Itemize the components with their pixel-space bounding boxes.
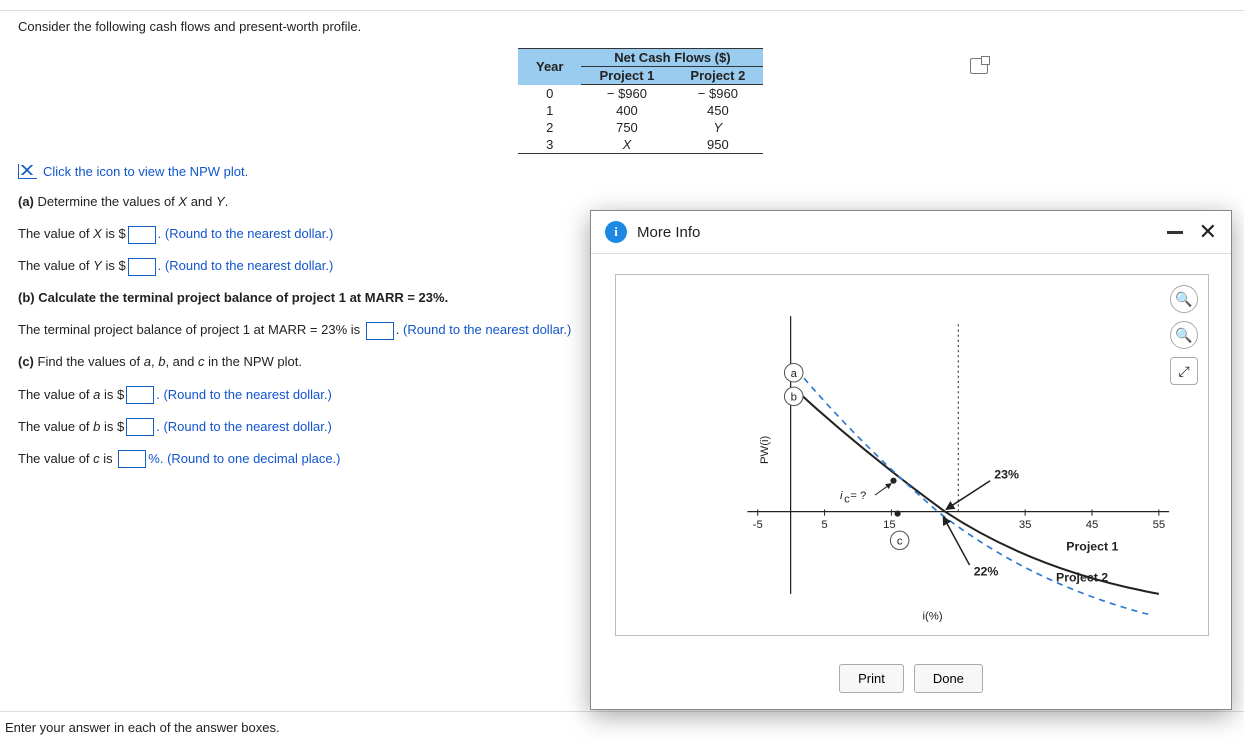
svg-text:= ?: = ? <box>850 490 866 502</box>
svg-text:-5: -5 <box>753 519 763 531</box>
expand-icon[interactable]: ⤢ <box>1170 357 1198 385</box>
cashflow-table: Year Net Cash Flows ($) Project 1 Projec… <box>518 48 763 154</box>
view-npw-label: Click the icon to view the NPW plot. <box>43 164 248 179</box>
svg-text:35: 35 <box>1019 519 1032 531</box>
svg-text:Project 1: Project 1 <box>1066 540 1118 554</box>
zoom-out-icon[interactable]: 🔍 <box>1170 321 1198 349</box>
svg-text:c: c <box>844 493 850 505</box>
col-year: Year <box>518 49 581 85</box>
more-info-modal: i More Info ✕ 🔍 🔍 ⤢ <box>590 210 1232 710</box>
table-row: 3 X 950 <box>518 136 763 154</box>
npw-svg: -5 5 15 35 45 55 <box>616 275 1208 635</box>
svg-text:15: 15 <box>883 519 896 531</box>
svg-text:a: a <box>791 368 798 380</box>
input-tpb[interactable] <box>366 322 394 340</box>
input-x[interactable] <box>128 226 156 244</box>
chart-icon <box>18 164 37 179</box>
svg-text:23%: 23% <box>994 468 1019 482</box>
popout-icon[interactable] <box>970 58 988 74</box>
view-npw-link[interactable]: Click the icon to view the NPW plot. <box>18 164 1226 179</box>
input-b[interactable] <box>126 418 154 436</box>
close-icon[interactable]: ✕ <box>1199 223 1217 241</box>
svg-text:i: i <box>840 490 843 502</box>
info-icon: i <box>605 221 627 243</box>
svg-text:PW(i): PW(i) <box>759 436 771 464</box>
done-button[interactable]: Done <box>914 664 983 693</box>
minimize-icon[interactable] <box>1167 231 1183 234</box>
svg-text:22%: 22% <box>974 564 999 578</box>
col-p2: Project 2 <box>672 67 763 85</box>
svg-text:55: 55 <box>1153 519 1166 531</box>
col-ncf: Net Cash Flows ($) <box>581 49 763 67</box>
modal-title: More Info <box>637 224 1167 241</box>
zoom-in-icon[interactable]: 🔍 <box>1170 285 1198 313</box>
col-p1: Project 1 <box>581 67 672 85</box>
input-y[interactable] <box>128 258 156 276</box>
table-row: 0 − $960 − $960 <box>518 85 763 103</box>
footer-instruction: Enter your answer in each of the answer … <box>0 711 1244 743</box>
svg-text:c: c <box>897 535 903 547</box>
intro-text: Consider the following cash flows and pr… <box>18 19 1226 34</box>
svg-text:b: b <box>791 391 797 403</box>
input-c[interactable] <box>118 450 146 468</box>
table-row: 2 750 Y <box>518 119 763 136</box>
svg-text:45: 45 <box>1086 519 1099 531</box>
svg-text:5: 5 <box>821 519 827 531</box>
svg-text:Project 2: Project 2 <box>1056 571 1108 585</box>
input-a[interactable] <box>126 386 154 404</box>
npw-plot: 🔍 🔍 ⤢ <box>615 274 1209 636</box>
svg-text:i(%): i(%) <box>923 611 943 623</box>
table-row: 1 400 450 <box>518 102 763 119</box>
print-button[interactable]: Print <box>839 664 904 693</box>
